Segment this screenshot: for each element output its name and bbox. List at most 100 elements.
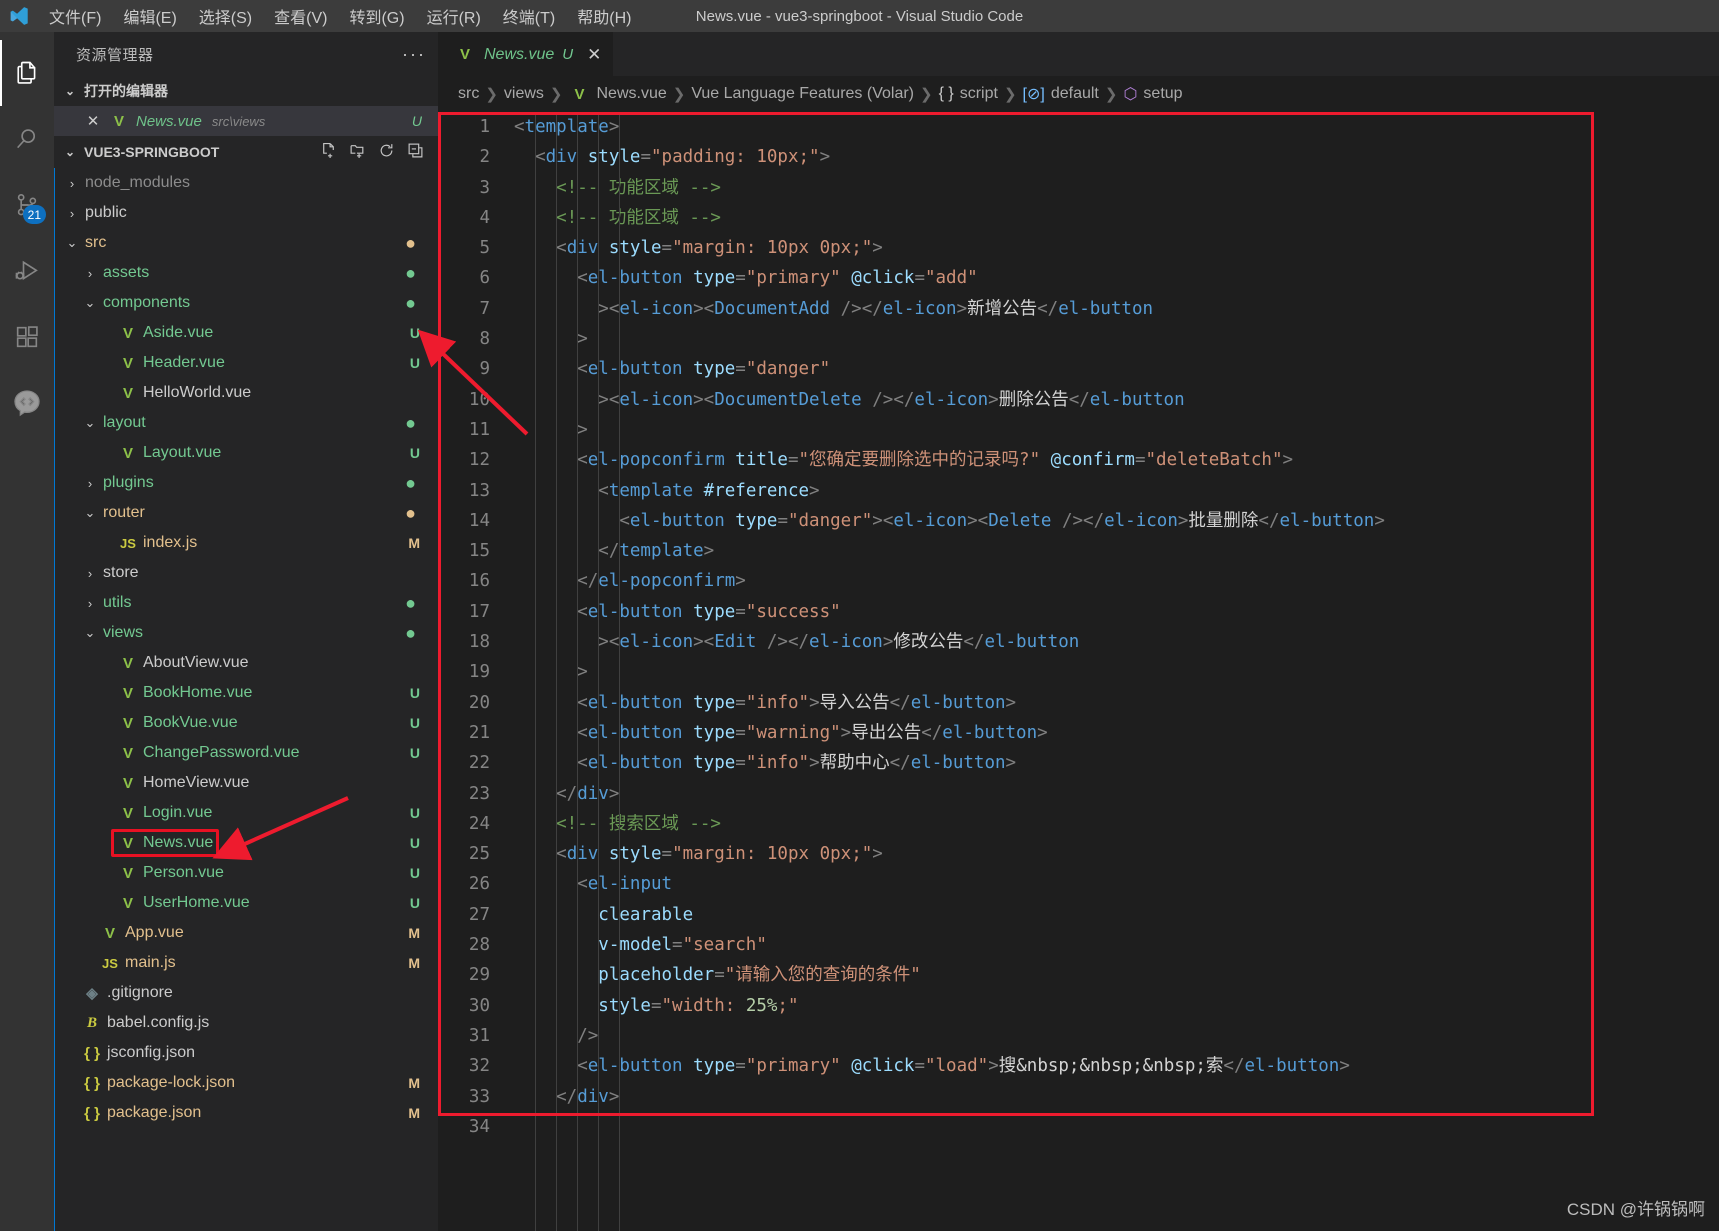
code-line[interactable]: > xyxy=(514,657,1719,687)
tree-item-changepassword-vue[interactable]: V ChangePassword.vue U xyxy=(55,738,438,768)
menu-run[interactable]: 运行(R) xyxy=(416,0,492,32)
menu-bar[interactable]: 文件(F) 编辑(E) 选择(S) 查看(V) 转到(G) 运行(R) 终端(T… xyxy=(38,0,642,32)
tree-item-layout[interactable]: ⌄ layout ● xyxy=(55,408,438,438)
menu-terminal[interactable]: 终端(T) xyxy=(492,0,566,32)
code-editor[interactable]: 1 2 3 4 5 6 7 8 9 10 11 12 13 14 15 16 17 18 19 20 21 22 23 24 2… xyxy=(438,112,1719,1231)
code-line[interactable]: ><el-icon><DocumentDelete /></el-icon>删除… xyxy=(514,385,1719,415)
project-section-header[interactable]: ⌄ VUE3-SPRINGBOOT xyxy=(54,136,438,168)
sidebar-more-actions-icon[interactable]: ··· xyxy=(402,44,426,65)
code-line[interactable]: /> xyxy=(514,1021,1719,1051)
code-line[interactable]: </el-popconfirm> xyxy=(514,566,1719,596)
tree-item-public[interactable]: › public xyxy=(55,198,438,228)
code-line[interactable]: </div> xyxy=(514,1082,1719,1112)
tree-item-src[interactable]: ⌄ src ● xyxy=(55,228,438,258)
menu-edit[interactable]: 编辑(E) xyxy=(112,0,187,32)
menu-view[interactable]: 查看(V) xyxy=(263,0,338,32)
tree-item-babel-config-js[interactable]: Bbabel.config.js xyxy=(55,1008,438,1038)
tree-item-bookhome-vue[interactable]: V BookHome.vue U xyxy=(55,678,438,708)
breadcrumb-item-views[interactable]: views xyxy=(504,85,544,103)
tree-item-header-vue[interactable]: V Header.vue U xyxy=(55,348,438,378)
refresh-icon[interactable] xyxy=(378,142,395,162)
code-line[interactable]: placeholder="请输入您的查询的条件" xyxy=(514,960,1719,990)
activity-run-debug-icon[interactable] xyxy=(0,238,54,304)
code-line[interactable]: <el-button type="info">帮助中心</el-button> xyxy=(514,748,1719,778)
breadcrumb-item-file[interactable]: V News.vue xyxy=(569,85,666,103)
breadcrumb-item-setup[interactable]: ⬡ setup xyxy=(1123,84,1182,104)
menu-file[interactable]: 文件(F) xyxy=(38,0,112,32)
collapse-all-icon[interactable] xyxy=(407,142,424,162)
code-line[interactable]: <!-- 功能区域 --> xyxy=(514,203,1719,233)
tree-item-aside-vue[interactable]: V Aside.vue U xyxy=(55,318,438,348)
tree-item-package-lock-json[interactable]: { } package-lock.json M xyxy=(55,1068,438,1098)
code-line[interactable]: ><el-icon><Edit /></el-icon>修改公告</el-but… xyxy=(514,627,1719,657)
activity-search-icon[interactable] xyxy=(0,106,54,172)
code-line[interactable]: <!-- 功能区域 --> xyxy=(514,173,1719,203)
tree-item-views[interactable]: ⌄ views ● xyxy=(55,618,438,648)
activity-extensions-icon[interactable] xyxy=(0,304,54,370)
code-line[interactable]: <el-button type="success" xyxy=(514,597,1719,627)
activity-source-control-icon[interactable]: 21 xyxy=(0,172,54,238)
code-line[interactable]: <el-button type="primary" @click="add" xyxy=(514,263,1719,293)
tree-item-index-js[interactable]: JS index.js M xyxy=(55,528,438,558)
code-line[interactable]: v-model="search" xyxy=(514,930,1719,960)
code-line[interactable]: style="width: 25%;" xyxy=(514,991,1719,1021)
breadcrumb-item-src[interactable]: src xyxy=(458,85,479,103)
code-line[interactable]: <el-button type="primary" @click="load">… xyxy=(514,1051,1719,1081)
code-line[interactable]: <el-button type="warning">导出公告</el-butto… xyxy=(514,718,1719,748)
breadcrumb-item-default[interactable]: [⊘] default xyxy=(1023,84,1099,104)
code-content[interactable]: <template> <div style="padding: 10px;"> … xyxy=(504,112,1719,1231)
code-line[interactable]: <el-popconfirm title="您确定要删除选中的记录吗?" @co… xyxy=(514,445,1719,475)
tree-item-aboutview-vue[interactable]: V AboutView.vue xyxy=(55,648,438,678)
new-file-icon[interactable] xyxy=(320,142,337,162)
new-folder-icon[interactable] xyxy=(349,142,366,162)
tree-item-login-vue[interactable]: V Login.vue U xyxy=(55,798,438,828)
tree-item-router[interactable]: ⌄ router ● xyxy=(55,498,438,528)
code-line[interactable]: ><el-icon><DocumentAdd /></el-icon>新增公告<… xyxy=(514,294,1719,324)
tree-item-helloworld-vue[interactable]: V HelloWorld.vue xyxy=(55,378,438,408)
menu-help[interactable]: 帮助(H) xyxy=(566,0,642,32)
tree-item-node-modules[interactable]: › node_modules xyxy=(55,168,438,198)
activity-remote-explorer-icon[interactable] xyxy=(0,370,54,436)
tree-item-bookvue-vue[interactable]: V BookVue.vue U xyxy=(55,708,438,738)
code-line[interactable]: <div style="margin: 10px 0px;"> xyxy=(514,839,1719,869)
tab-close-icon[interactable]: ✕ xyxy=(587,45,601,65)
code-line[interactable] xyxy=(514,1112,1719,1142)
tree-item-main-js[interactable]: JS main.js M xyxy=(55,948,438,978)
menu-selection[interactable]: 选择(S) xyxy=(188,0,263,32)
code-line[interactable]: > xyxy=(514,415,1719,445)
code-line[interactable]: <div style="padding: 10px;"> xyxy=(514,142,1719,172)
breadcrumb-item-volar[interactable]: Vue Language Features (Volar) xyxy=(691,85,914,103)
code-line[interactable]: <div style="margin: 10px 0px;"> xyxy=(514,233,1719,263)
code-line[interactable]: > xyxy=(514,324,1719,354)
tree-item-userhome-vue[interactable]: V UserHome.vue U xyxy=(55,888,438,918)
code-line[interactable]: <el-button type="info">导入公告</el-button> xyxy=(514,688,1719,718)
code-line[interactable]: <template> xyxy=(514,112,1719,142)
code-line[interactable]: </template> xyxy=(514,536,1719,566)
tree-item-store[interactable]: › store xyxy=(55,558,438,588)
file-tree[interactable]: › node_modules › public ⌄ src ● › assets ● ⌄ compon… xyxy=(54,168,438,1231)
tree-item-app-vue[interactable]: V App.vue M xyxy=(55,918,438,948)
tree-item-homeview-vue[interactable]: V HomeView.vue xyxy=(55,768,438,798)
code-line[interactable]: clearable xyxy=(514,900,1719,930)
code-line[interactable]: <el-button type="danger" xyxy=(514,354,1719,384)
tab-news-vue[interactable]: V News.vue U ✕ xyxy=(438,32,614,76)
code-line[interactable]: </div> xyxy=(514,779,1719,809)
breadcrumb-item-script[interactable]: { } script xyxy=(939,85,998,103)
open-editors-section-header[interactable]: ⌄ 打开的编辑器 xyxy=(54,76,438,106)
tree-item-layout-vue[interactable]: V Layout.vue U xyxy=(55,438,438,468)
code-line[interactable]: <template #reference> xyxy=(514,476,1719,506)
menu-go[interactable]: 转到(G) xyxy=(338,0,415,32)
activity-explorer-icon[interactable] xyxy=(0,40,54,106)
tree-item-plugins[interactable]: › plugins ● xyxy=(55,468,438,498)
tree-item-jsconfig-json[interactable]: { } jsconfig.json xyxy=(55,1038,438,1068)
code-line[interactable]: <!-- 搜索区域 --> xyxy=(514,809,1719,839)
tree-item-components[interactable]: ⌄ components ● xyxy=(55,288,438,318)
tree-item-assets[interactable]: › assets ● xyxy=(55,258,438,288)
code-line[interactable]: <el-button type="danger"><el-icon><Delet… xyxy=(514,506,1719,536)
open-editor-item-news-vue[interactable]: ✕ V News.vue src\views U xyxy=(54,106,438,136)
code-line[interactable]: <el-input xyxy=(514,869,1719,899)
tree-item-person-vue[interactable]: V Person.vue U xyxy=(55,858,438,888)
close-icon[interactable]: ✕ xyxy=(84,112,102,130)
tree-item--gitignore[interactable]: ◈ .gitignore xyxy=(55,978,438,1008)
tree-item-news-vue[interactable]: V News.vue U xyxy=(55,828,438,858)
